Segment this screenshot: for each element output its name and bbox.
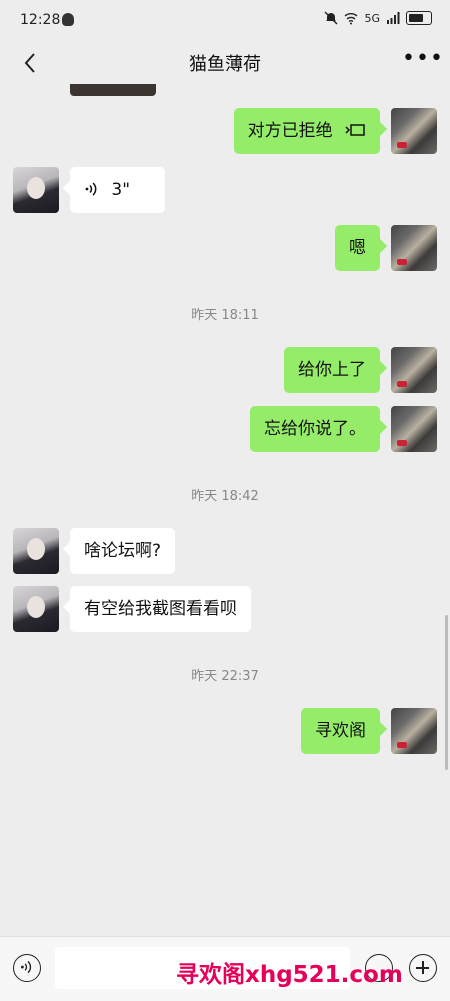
my-avatar[interactable] bbox=[391, 347, 437, 393]
timestamp: 昨天 18:11 bbox=[191, 308, 259, 323]
contact-avatar[interactable] bbox=[13, 528, 59, 574]
message-text: 对方已拒绝 bbox=[247, 121, 333, 141]
my-avatar[interactable] bbox=[391, 708, 437, 754]
message-bubble[interactable]: 啥论坛啊? bbox=[70, 528, 176, 574]
message-text: 忘给你说了。 bbox=[264, 419, 366, 439]
video-call-icon bbox=[345, 124, 365, 136]
more-functions-button[interactable] bbox=[409, 954, 437, 982]
scrollbar[interactable] bbox=[445, 615, 448, 770]
more-options-icon[interactable]: ••• bbox=[402, 48, 443, 74]
timestamp: 昨天 22:37 bbox=[191, 669, 259, 684]
voice-wave-icon bbox=[85, 182, 97, 196]
image-message-partial[interactable] bbox=[70, 84, 156, 96]
message-bubble[interactable]: 给你上了 bbox=[284, 347, 380, 393]
signal-icon bbox=[387, 12, 400, 24]
message-bubble[interactable]: 忘给你说了。 bbox=[250, 406, 380, 452]
message-text: 给你上了 bbox=[298, 360, 366, 380]
status-bar: 12:28 5G bbox=[0, 0, 450, 40]
chat-title: 猫鱼薄荷 bbox=[189, 54, 261, 75]
message-text: 寻欢阁 bbox=[315, 721, 366, 741]
timestamp: 昨天 18:42 bbox=[191, 489, 259, 504]
message-bubble[interactable]: 有空给我截图看看呗 bbox=[70, 586, 251, 632]
status-icons: 5G bbox=[324, 11, 432, 25]
message-bubble[interactable]: 嗯 bbox=[335, 225, 380, 271]
my-avatar[interactable] bbox=[391, 225, 437, 271]
my-avatar[interactable] bbox=[391, 406, 437, 452]
call-declined-bubble[interactable]: 对方已拒绝 bbox=[233, 108, 380, 154]
watermark-text: 寻欢阁xhg521.com bbox=[176, 962, 403, 988]
voice-wave-icon bbox=[20, 960, 32, 974]
voice-message-bubble[interactable]: 3" bbox=[70, 167, 165, 213]
my-avatar[interactable] bbox=[391, 108, 437, 154]
mute-icon bbox=[324, 11, 338, 25]
voice-duration: 3" bbox=[111, 180, 131, 200]
chat-header: 猫鱼薄荷 ••• bbox=[0, 40, 450, 84]
message-text: 有空给我截图看看呗 bbox=[84, 599, 237, 619]
battery-icon bbox=[406, 11, 432, 25]
message-bubble[interactable]: 寻欢阁 bbox=[301, 708, 380, 754]
wifi-icon bbox=[345, 13, 358, 25]
voice-input-button[interactable] bbox=[13, 954, 41, 982]
network-type: 5G bbox=[364, 11, 380, 25]
contact-avatar[interactable] bbox=[13, 586, 59, 632]
message-text: 啥论坛啊? bbox=[84, 541, 162, 561]
contact-avatar[interactable] bbox=[13, 167, 59, 213]
status-time: 12:28 bbox=[20, 12, 61, 28]
message-text: 嗯 bbox=[349, 238, 366, 258]
qq-notification-icon bbox=[62, 13, 74, 26]
